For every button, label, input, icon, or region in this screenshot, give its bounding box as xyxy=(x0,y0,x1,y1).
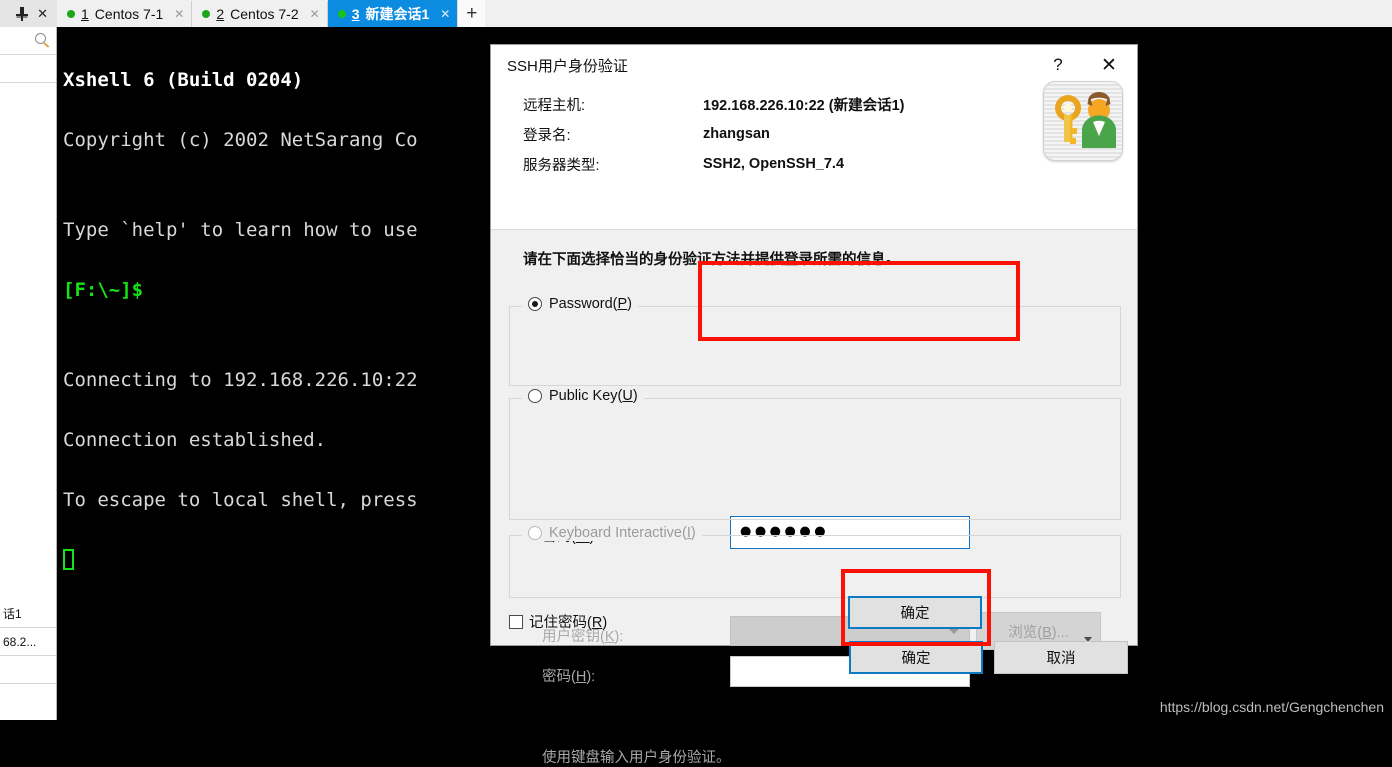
dialog-title: SSH用户身份验证 xyxy=(507,57,628,75)
dialog-body: 请在下面选择恰当的身份验证方法并提供登录所需的信息。 Password(P) 密… xyxy=(491,229,1137,766)
help-button[interactable]: ? xyxy=(1035,45,1081,85)
sidebar-row-empty xyxy=(0,55,56,83)
tab-number: 3 xyxy=(351,5,360,22)
tab-close-icon[interactable]: ✕ xyxy=(440,7,450,21)
watermark: https://blog.csdn.net/Gengchenchen xyxy=(1159,699,1384,715)
cancel-button[interactable]: 取消 xyxy=(994,641,1128,674)
info-value: SSH2, OpenSSH_7.4 xyxy=(703,156,845,172)
tab-close-icon[interactable]: ✕ xyxy=(310,7,320,21)
info-value: zhangsan xyxy=(703,126,770,142)
sidebar-bottom-list: 话1 68.2... xyxy=(0,600,56,684)
terminal-line: Type `help' to learn how to use xyxy=(63,219,418,241)
close-icon[interactable]: ✕ xyxy=(37,7,48,20)
tab-label: Centos 7-2 xyxy=(230,6,299,22)
chevron-down-icon xyxy=(949,629,959,634)
status-dot-icon xyxy=(202,10,211,18)
sidebar-item[interactable]: 话1 xyxy=(0,600,56,628)
info-row-username: 登录名: zhangsan xyxy=(491,119,1137,149)
publickey-radio-label: Public Key(U) xyxy=(549,388,638,404)
terminal-line: Xshell 6 (Build 0204) xyxy=(63,69,304,91)
key-user-icon xyxy=(1043,81,1123,161)
terminal-line: To escape to local shell, press xyxy=(63,489,418,511)
browse-label: 浏览(B)... xyxy=(1008,624,1069,641)
info-value: 192.168.226.10:22 (新建会话1) xyxy=(703,97,905,114)
sidebar-header: ✕ xyxy=(0,0,57,27)
radio-icon xyxy=(528,526,542,540)
tab-centos-7-1[interactable]: 1 Centos 7-1 ✕ xyxy=(57,1,193,27)
info-label: 登录名: xyxy=(523,127,571,144)
session-sidebar[interactable]: 话1 68.2... xyxy=(0,27,57,720)
info-row-host: 远程主机: 192.168.226.10:22 (新建会话1) xyxy=(491,89,1137,119)
tab-number: 2 xyxy=(216,6,225,22)
keyboard-interactive-description: 使用键盘输入用户身份验证。 xyxy=(542,750,731,766)
sidebar-search-row[interactable] xyxy=(0,27,56,55)
pin-icon[interactable] xyxy=(16,7,29,21)
remember-password-label: 记住密码(R) xyxy=(529,615,608,631)
tab-label: Centos 7-1 xyxy=(94,6,164,22)
tabstrip-underline xyxy=(57,27,1392,29)
terminal-line: Copyright (c) 2002 NetSarang Co xyxy=(63,129,418,151)
keyboard-interactive-group: Keyboard Interactive(I) xyxy=(509,525,1121,598)
xshell-window: Xshell 6 (Build 0204) Copyright (c) 2002… xyxy=(0,0,1392,766)
radio-icon xyxy=(528,389,542,403)
publickey-group: Public Key(U) xyxy=(509,388,1121,520)
password-radio[interactable]: Password(P) xyxy=(522,296,639,312)
sidebar-item[interactable]: 68.2... xyxy=(0,628,56,656)
radio-icon xyxy=(528,297,542,311)
keypassphrase-label: 密码(H): xyxy=(542,669,596,685)
publickey-radio[interactable]: Public Key(U) xyxy=(522,388,644,404)
keyboard-radio-label: Keyboard Interactive(I) xyxy=(549,525,696,541)
remember-password-checkbox[interactable]: 记住密码(R) xyxy=(509,611,607,632)
connection-info: 远程主机: 192.168.226.10:22 (新建会话1) 登录名: zha… xyxy=(491,81,1137,193)
new-tab-button[interactable]: + xyxy=(457,0,486,27)
search-icon[interactable] xyxy=(35,33,50,49)
key-user-glyph xyxy=(1055,92,1116,148)
tab-number: 1 xyxy=(81,6,89,22)
info-row-servertype: 服务器类型: SSH2, OpenSSH_7.4 xyxy=(491,149,1137,179)
terminal-line: Connection established. xyxy=(63,429,327,451)
terminal-cursor xyxy=(63,549,74,570)
dialog-titlebar: SSH用户身份验证 ? ✕ xyxy=(491,45,1137,85)
terminal-prompt: [F:\~]$ xyxy=(63,279,144,301)
status-dot-icon xyxy=(67,10,75,18)
password-group: Password(P) xyxy=(509,296,1121,386)
checkbox-icon xyxy=(509,614,523,629)
tab-new-session-1[interactable]: 3 新建会话1 ✕ xyxy=(327,0,458,27)
info-label: 远程主机: xyxy=(523,97,586,114)
ssh-auth-dialog: SSH用户身份验证 ? ✕ 远程主机: 192.168.226.10:22 (新… xyxy=(490,44,1138,766)
tab-close-icon[interactable]: ✕ xyxy=(174,7,184,21)
tab-label: 新建会话1 xyxy=(365,5,430,22)
ok-button-overlay[interactable]: 确定 xyxy=(848,596,982,629)
password-radio-label: Password(P) xyxy=(549,296,633,312)
keyboard-interactive-radio[interactable]: Keyboard Interactive(I) xyxy=(522,525,702,541)
terminal-line: Connecting to 192.168.226.10:22 xyxy=(63,369,418,391)
info-label: 服务器类型: xyxy=(523,157,600,174)
auth-prompt: 请在下面选择恰当的身份验证方法并提供登录所需的信息。 xyxy=(523,252,900,268)
tab-strip: ✕ 1 Centos 7-1 ✕ 2 Centos 7-2 ✕ 3 新建会话1 … xyxy=(0,0,1392,27)
status-dot-icon xyxy=(337,9,346,18)
ok-button[interactable]: 确定 xyxy=(849,641,983,674)
close-button[interactable]: ✕ xyxy=(1081,45,1137,85)
sidebar-item-empty xyxy=(0,656,56,684)
tab-centos-7-2[interactable]: 2 Centos 7-2 ✕ xyxy=(192,1,328,27)
